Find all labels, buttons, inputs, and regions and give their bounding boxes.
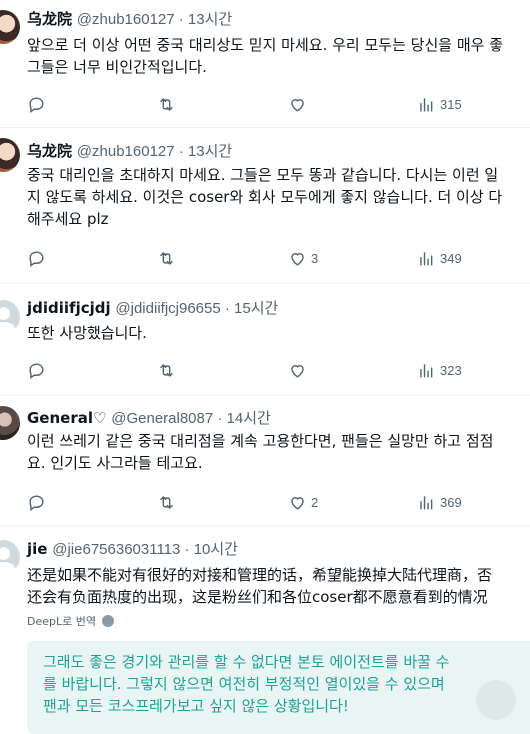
tweet-header: General♡ @General8087 · 14시간: [27, 407, 271, 429]
reply-icon: [29, 96, 44, 113]
avatar[interactable]: [0, 10, 20, 44]
tweet-text-line: 요. 인기도 사그라들 테고요.: [27, 454, 203, 472]
views-button[interactable]: 315: [417, 94, 462, 114]
reply-feed: 乌龙院 @zhub160127 · 13시간 앞으로 더 이상 어떤 중국 대리…: [0, 0, 530, 734]
view-count: 323: [440, 362, 462, 378]
reply-button[interactable]: [27, 94, 50, 114]
tweet-text-line: 또한 사망했습니다.: [27, 324, 147, 342]
tweet-text-line: 지 않도록 하세요. 이것은 coser와 회사 모두에게 좋지 않습니다. 더…: [27, 188, 503, 206]
views-button[interactable]: 369: [417, 492, 462, 512]
tweet-text: 还是如果不能对有很好的对接和管理的话，希望能换掉大陆代理商，否 还会有负面热度的…: [27, 564, 530, 608]
avatar[interactable]: [0, 138, 20, 172]
tweet-text-line: 이런 쓰레기 같은 중국 대리점을 계속 고용한다면, 팬들은 실망만 하고 점…: [27, 432, 494, 450]
translation-line: 팬과 모든 코스프레가보고 싶지 않은 상황입니다!: [43, 697, 349, 715]
like-button[interactable]: [288, 360, 311, 380]
reply-icon: [29, 250, 44, 267]
reply-icon: [29, 362, 44, 379]
tweet-header: 乌龙院 @zhub160127 · 13시간: [27, 8, 232, 30]
translation-line: 를 바랍니다. 그렇지 않으면 여전히 부정적인 열이있을 수 있으며: [43, 675, 445, 693]
retweet-button[interactable]: [157, 248, 180, 268]
display-name[interactable]: 乌龙院: [27, 10, 72, 28]
translate-label[interactable]: DeepL로 번역: [27, 613, 96, 629]
reply-button[interactable]: [27, 248, 50, 268]
tweet-text: 이런 쓰레기 같은 중국 대리점을 계속 고용한다면, 팬들은 실망만 하고 점…: [27, 430, 530, 474]
like-icon: [291, 364, 304, 378]
reply-button[interactable]: [27, 492, 50, 512]
translation-box: 그래도 좋은 경기와 관리를 할 수 없다면 본토 에이전트를 바꿀 수 를 바…: [27, 641, 530, 734]
display-name[interactable]: jdidiifjcjdj: [27, 299, 111, 317]
display-name[interactable]: General♡: [27, 409, 106, 427]
tweet-text-line: 해주세요 plz: [27, 210, 109, 228]
avatar[interactable]: [0, 406, 20, 440]
views-icon: [420, 495, 433, 510]
views-icon: [420, 97, 433, 112]
retweet-icon: [160, 495, 173, 509]
action-bar: 3 349: [27, 248, 507, 268]
retweet-icon: [160, 363, 173, 377]
tweet-text: 또한 사망했습니다.: [27, 322, 530, 344]
tweet-header: 乌龙院 @zhub160127 · 13시간: [27, 140, 232, 162]
handle-and-time[interactable]: @jdidiifjcj96655 · 15시간: [115, 300, 278, 317]
tweet[interactable]: General♡ @General8087 · 14시간 이런 쓰레기 같은 중…: [0, 396, 530, 526]
like-icon: [291, 98, 304, 112]
tweet-text: 앞으로 더 이상 어떤 중국 대리상도 믿지 마세요. 우리 모두는 당신을 매…: [27, 34, 530, 78]
tweet-header: jdidiifjcjdj @jdidiifjcj96655 · 15시간: [27, 297, 278, 319]
like-icon: [291, 496, 304, 510]
views-button[interactable]: 323: [417, 360, 462, 380]
reply-button[interactable]: [27, 360, 50, 380]
tweet-text-line: 还是如果不能对有很好的对接和管理的话，希望能换掉大陆代理商，否: [27, 566, 493, 584]
tweet-text-line: 중국 대리인을 초대하지 마세요. 그들은 모두 똥과 같습니다. 다시는 이런…: [27, 166, 499, 184]
views-icon: [420, 251, 433, 266]
tweet-text-line: 还会有负面热度的出现，这是粉丝们和各位coser都不愿意看到的情况: [27, 588, 488, 606]
retweet-button[interactable]: [157, 94, 180, 114]
tweet-text-line: 앞으로 더 이상 어떤 중국 대리상도 믿지 마세요. 우리 모두는 당신을 매…: [27, 36, 503, 54]
like-button[interactable]: 3: [288, 248, 318, 268]
like-icon: [291, 252, 304, 266]
tweet[interactable]: jdidiifjcjdj @jdidiifjcj96655 · 15시간 또한 …: [0, 284, 530, 396]
tweet-text-line: 그들은 너무 비인간적입니다.: [27, 58, 207, 76]
retweet-button[interactable]: [157, 492, 180, 512]
like-button[interactable]: [288, 94, 311, 114]
reply-icon: [29, 494, 44, 511]
display-name[interactable]: jie: [27, 540, 47, 558]
tweet-header: jie @jie675636031113 · 10시간: [27, 538, 238, 560]
retweet-icon: [160, 251, 173, 265]
handle-and-time[interactable]: @jie675636031113 · 10시간: [52, 541, 238, 558]
tweet-text: 중국 대리인을 초대하지 마세요. 그들은 모두 똥과 같습니다. 다시는 이런…: [27, 164, 530, 230]
avatar[interactable]: [0, 300, 20, 334]
avatar[interactable]: [0, 540, 20, 574]
like-button[interactable]: 2: [288, 492, 318, 512]
views-icon: [420, 363, 433, 378]
view-count: 349: [440, 250, 462, 266]
handle-and-time[interactable]: @General8087 · 14시간: [111, 410, 271, 427]
display-name[interactable]: 乌龙院: [27, 142, 72, 160]
like-count: 3: [311, 250, 319, 266]
watermark: [476, 680, 516, 720]
action-bar: 315: [27, 94, 507, 114]
translation-line: 그래도 좋은 경기와 관리를 할 수 없다면 본토 에이전트를 바꿀 수: [43, 653, 450, 671]
handle-and-time[interactable]: @zhub160127 · 13시간: [77, 143, 232, 160]
handle-and-time[interactable]: @zhub160127 · 13시간: [77, 11, 232, 28]
translate-link[interactable]: DeepL로 번역: [27, 613, 114, 629]
retweet-icon: [160, 97, 173, 111]
views-button[interactable]: 349: [417, 248, 462, 268]
tweet[interactable]: 乌龙院 @zhub160127 · 13시간 중국 대리인을 초대하지 마세요.…: [0, 128, 530, 284]
action-bar: 323: [27, 360, 507, 380]
action-bar: 2 369: [27, 492, 507, 512]
tweet[interactable]: 乌龙院 @zhub160127 · 13시간 앞으로 더 이상 어떤 중국 대리…: [0, 0, 530, 128]
globe-icon: [101, 615, 114, 627]
like-count: 2: [311, 494, 319, 510]
view-count: 315: [440, 96, 462, 112]
retweet-button[interactable]: [157, 360, 180, 380]
view-count: 369: [440, 494, 462, 510]
